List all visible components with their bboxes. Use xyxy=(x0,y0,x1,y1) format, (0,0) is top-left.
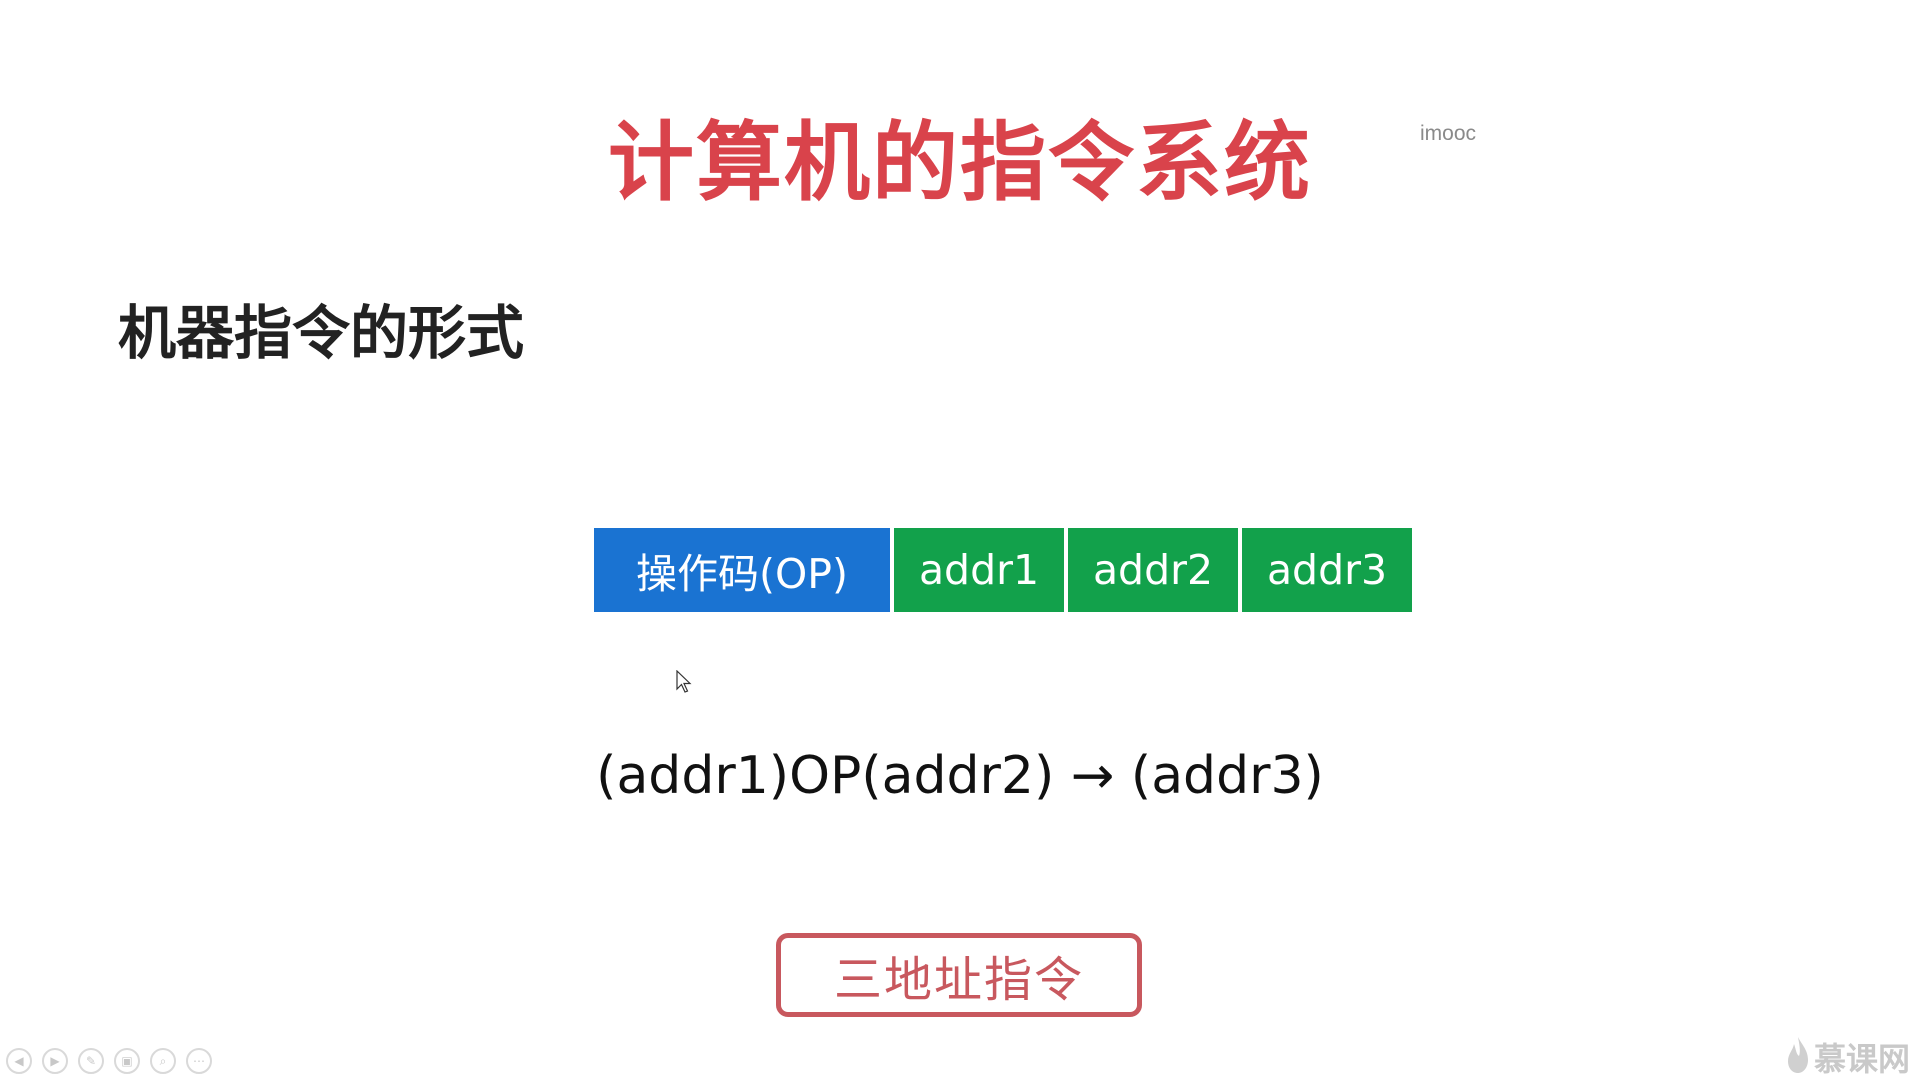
pen-icon[interactable]: ✎ xyxy=(78,1048,104,1074)
addr3-field: addr3 xyxy=(1242,528,1412,612)
section-heading: 机器指令的形式 xyxy=(118,299,525,367)
mouse-cursor-icon xyxy=(676,669,692,698)
opcode-field: 操作码(OP) xyxy=(594,528,890,612)
addr1-field: addr1 xyxy=(894,528,1064,612)
flame-icon xyxy=(1786,1036,1810,1078)
operation-formula: (addr1)OP(addr2) → (addr3) xyxy=(596,746,1324,806)
play-icon[interactable]: ▶ xyxy=(42,1048,68,1074)
prev-icon[interactable]: ◀ xyxy=(6,1048,32,1074)
brand-name: 慕课网 xyxy=(1813,1040,1910,1078)
zoom-icon[interactable]: ⌕ xyxy=(150,1048,176,1074)
copy-icon[interactable]: ▣ xyxy=(114,1048,140,1074)
slide-title: 计算机的指令系统 xyxy=(608,113,1312,213)
more-icon[interactable]: ⋯ xyxy=(186,1048,212,1074)
watermark: imooc xyxy=(1420,122,1477,145)
three-address-instruction-badge: 三地址指令 xyxy=(776,933,1142,1017)
brand-logo: 慕课网 xyxy=(1786,1034,1910,1080)
addr2-field: addr2 xyxy=(1068,528,1238,612)
presentation-controls: ◀ ▶ ✎ ▣ ⌕ ⋯ xyxy=(6,1048,212,1074)
